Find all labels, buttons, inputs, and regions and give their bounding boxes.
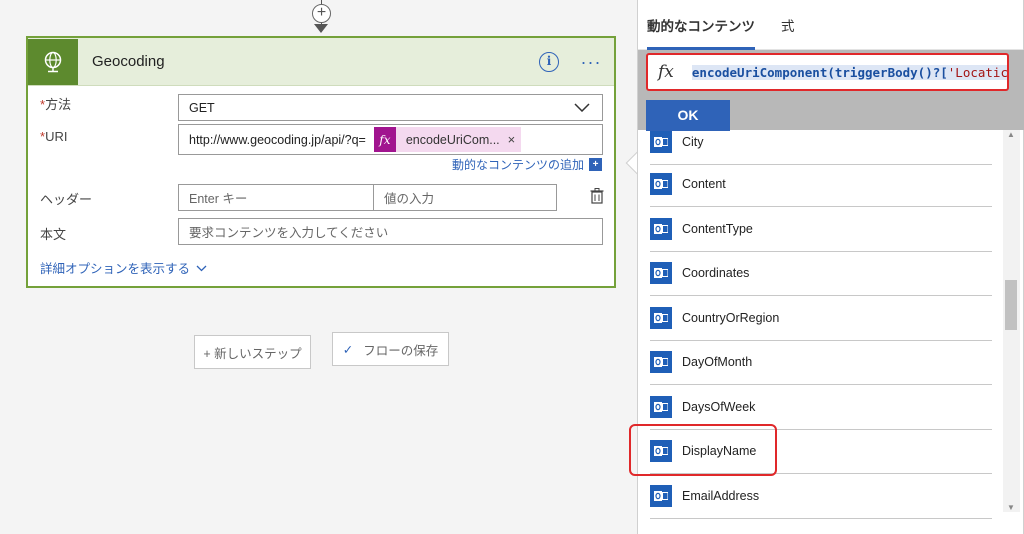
highlight-annotation xyxy=(629,424,777,476)
outlook-icon xyxy=(650,130,672,153)
body-label: 本文 xyxy=(40,227,67,242)
fx-icon: fx xyxy=(658,62,674,82)
plus-icon: + xyxy=(589,158,602,171)
expression-area: fx encodeUriComponent(triggerBody()?['Lo… xyxy=(638,50,1024,131)
header-value-input[interactable]: 値の入力 xyxy=(374,184,557,211)
method-label: *方法 xyxy=(40,97,72,112)
close-icon[interactable]: × xyxy=(508,132,522,147)
expression-input[interactable]: fx encodeUriComponent(triggerBody()?['Lo… xyxy=(646,53,1009,91)
expression-token[interactable]: fx encodeUriCom... × xyxy=(373,127,522,152)
uri-label: *URI xyxy=(40,129,68,144)
scroll-down-icon[interactable]: ▼ xyxy=(1007,503,1015,512)
delete-icon[interactable] xyxy=(590,188,604,209)
token-label: encodeUriCom... xyxy=(405,132,500,147)
chevron-down-icon xyxy=(196,261,207,275)
panel-scrollbar[interactable]: ▲ ▼ xyxy=(1003,130,1020,512)
insert-step-button[interactable]: + xyxy=(312,4,331,23)
scroll-up-icon[interactable]: ▲ xyxy=(1007,130,1015,139)
outlook-icon xyxy=(650,306,672,329)
method-value: GET xyxy=(189,100,215,115)
uri-input[interactable]: http://www.geocoding.jp/api/?q= fx encod… xyxy=(178,124,603,155)
info-icon[interactable]: i xyxy=(538,51,559,72)
method-select[interactable]: GET xyxy=(178,94,603,121)
tab-dynamic-content[interactable]: 動的なコンテンツ xyxy=(647,0,755,50)
new-step-button[interactable]: + 新しいステップ xyxy=(194,335,311,369)
outlook-icon xyxy=(650,484,672,507)
list-item[interactable]: ContentType xyxy=(650,207,992,252)
checkmark-icon: ✓ xyxy=(342,342,354,357)
more-options-icon[interactable]: ... xyxy=(581,48,602,69)
list-item[interactable]: DayOfMonth xyxy=(650,340,992,385)
card-header[interactable]: Geocoding i ... xyxy=(28,38,614,86)
list-item[interactable]: Content xyxy=(650,162,992,207)
add-dynamic-content-link[interactable]: 動的なコンテンツの追加 + xyxy=(452,156,602,173)
panel-tabs: 動的なコンテンツ 式 xyxy=(638,0,1023,50)
headers-label: ヘッダー xyxy=(40,192,93,207)
method-row: *方法 GET xyxy=(40,94,603,121)
list-item[interactable]: City xyxy=(650,130,992,165)
outlook-icon xyxy=(650,350,672,373)
fx-icon: fx xyxy=(373,127,396,152)
save-flow-button[interactable]: ✓ フローの保存 xyxy=(332,332,449,366)
show-advanced-options-link[interactable]: 詳細オプションを表示する xyxy=(40,258,207,277)
outlook-icon xyxy=(650,172,672,195)
uri-text: http://www.geocoding.jp/api/?q= xyxy=(189,132,366,147)
ok-button[interactable]: OK xyxy=(646,100,730,131)
list-item[interactable]: DaysOfWeek xyxy=(650,385,992,430)
outlook-icon xyxy=(650,261,672,284)
body-row: 本文 要求コンテンツを入力してください xyxy=(40,218,603,245)
uri-row: *URI http://www.geocoding.jp/api/?q= fx … xyxy=(40,124,603,155)
body-input[interactable]: 要求コンテンツを入力してください xyxy=(178,218,603,245)
list-item[interactable]: EmailAddress xyxy=(650,474,992,519)
list-item[interactable]: CountryOrRegion xyxy=(650,296,992,341)
chevron-down-icon xyxy=(574,101,590,115)
expression-text: encodeUriComponent(triggerBody()?['Locat… xyxy=(691,64,1008,80)
list-item[interactable]: Coordinates xyxy=(650,251,992,296)
outlook-icon xyxy=(650,217,672,240)
headers-row: ヘッダー Enter キー 値の入力 xyxy=(40,184,557,211)
card-title: Geocoding xyxy=(92,53,165,70)
globe-icon xyxy=(28,38,78,85)
header-key-input[interactable]: Enter キー xyxy=(178,184,374,211)
outlook-icon xyxy=(650,395,672,418)
scroll-thumb[interactable] xyxy=(1005,280,1017,330)
tab-expression[interactable]: 式 xyxy=(781,0,795,50)
http-action-card: Geocoding i ... *方法 GET *URI http://www.… xyxy=(26,36,616,288)
connector-arrow-icon xyxy=(314,24,328,33)
